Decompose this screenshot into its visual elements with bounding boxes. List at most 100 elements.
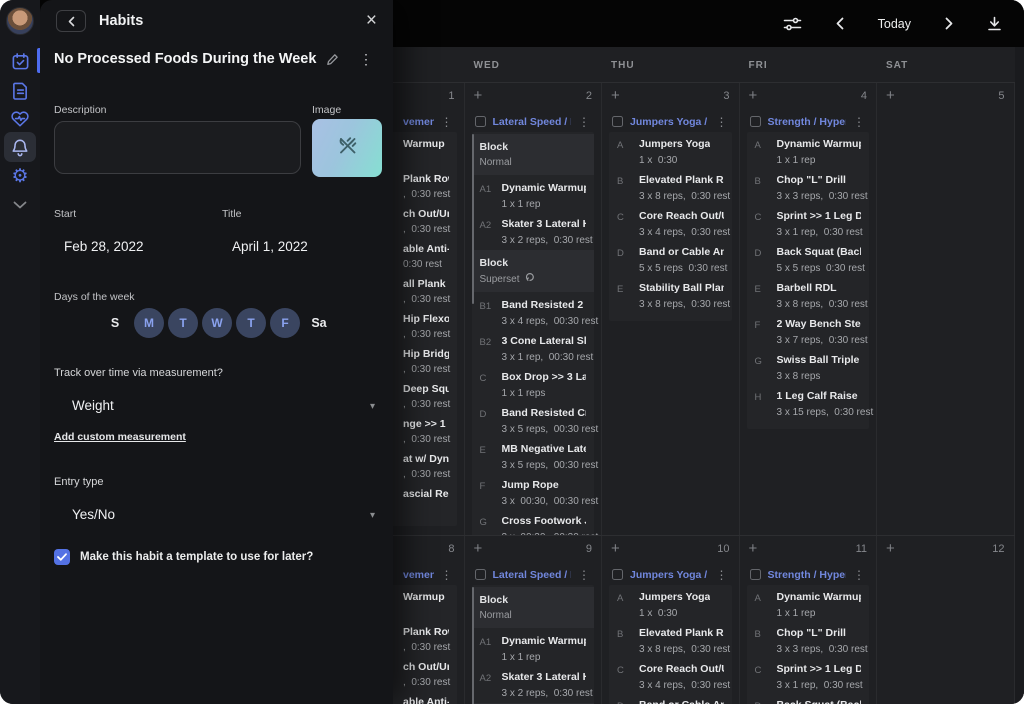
- sidebar-item-notifications[interactable]: [0, 132, 40, 162]
- entry-type-select-value[interactable]: Yes/No: [72, 507, 115, 522]
- workout-title[interactable]: vement Q...: [403, 569, 434, 581]
- workout-card-header[interactable]: Strength / Hypertro... ⋮: [747, 564, 870, 585]
- add-workout-button[interactable]: +: [611, 89, 620, 103]
- today-button[interactable]: Today: [878, 17, 911, 31]
- kebab-menu-icon[interactable]: ⋮: [716, 116, 728, 128]
- exercise-item[interactable]: FJump Rope3 x 00:30, 00:30 rest: [472, 474, 595, 510]
- prev-week-button[interactable]: [836, 17, 844, 30]
- workout-card-header[interactable]: Jumpers Yoga / Core ⋮: [609, 564, 732, 585]
- exercise-item[interactable]: BElevated Plank Row3 x 8 reps, 0:30 rest: [609, 622, 732, 658]
- exercise-item[interactable]: DBand or Cable Anti Rotati...5 x 5 reps …: [609, 694, 732, 704]
- description-input[interactable]: [54, 121, 301, 174]
- workout-title[interactable]: Lateral Speed / Plyo: [493, 116, 572, 128]
- download-icon[interactable]: [987, 16, 1002, 32]
- kebab-menu-icon[interactable]: ⋮: [441, 116, 453, 128]
- habit-image-thumbnail[interactable]: [312, 119, 382, 177]
- workout-checkbox[interactable]: [750, 569, 761, 580]
- exercise-item[interactable]: ADynamic Warmup1 x 1 rep: [747, 586, 870, 622]
- workout-title[interactable]: Strength / Hypertro...: [768, 569, 847, 581]
- end-date-value[interactable]: April 1, 2022: [232, 239, 308, 254]
- workout-checkbox[interactable]: [612, 116, 623, 127]
- exercise-item[interactable]: GCross Footwork Jump Rope3 x 00:30, 00:3…: [472, 510, 595, 535]
- kebab-menu-icon[interactable]: ⋮: [578, 116, 590, 128]
- add-custom-measurement-link[interactable]: Add custom measurement: [54, 431, 186, 443]
- exercise-item[interactable]: CBox Drop >> 3 Lateral H...1 x 1 reps: [472, 366, 595, 402]
- exercise-item[interactable]: BChop "L" Drill3 x 3 reps, 0:30 rest: [747, 622, 870, 658]
- workout-checkbox[interactable]: [750, 116, 761, 127]
- close-icon[interactable]: ×: [366, 12, 377, 30]
- day-toggle-W[interactable]: W: [200, 307, 234, 339]
- next-week-button[interactable]: [945, 17, 953, 30]
- kebab-menu-icon[interactable]: ⋮: [441, 569, 453, 581]
- exercise-item[interactable]: CSprint >> 1 Leg Declarations3 x 1 rep, …: [747, 658, 870, 694]
- exercise-item[interactable]: A1Dynamic Warmup1 x 1 rep: [472, 630, 595, 666]
- workout-title[interactable]: Jumpers Yoga / Core: [630, 569, 709, 581]
- workout-checkbox[interactable]: [475, 116, 486, 127]
- exercise-item[interactable]: AJumpers Yoga1 x 0:30: [609, 586, 732, 622]
- workout-title[interactable]: Jumpers Yoga / Core: [630, 116, 709, 128]
- add-workout-button[interactable]: +: [749, 89, 758, 103]
- add-workout-button[interactable]: +: [611, 542, 620, 556]
- exercise-item[interactable]: BChop "L" Drill3 x 3 reps, 0:30 rest: [747, 169, 870, 205]
- workout-checkbox[interactable]: [612, 569, 623, 580]
- exercise-item[interactable]: CCore Reach Out/Under3 x 4 reps, 0:30 re…: [609, 205, 732, 241]
- sidebar-item-health[interactable]: [0, 104, 40, 134]
- filter-sliders-icon[interactable]: [783, 16, 802, 32]
- template-checkbox[interactable]: [54, 549, 70, 565]
- entry-type-caret-icon[interactable]: ▾: [370, 510, 375, 521]
- kebab-menu-icon[interactable]: ⋮: [578, 569, 590, 581]
- workout-title[interactable]: Lateral Speed / Plyo: [493, 569, 572, 581]
- exercise-item[interactable]: B1Band Resisted 2 Step Late...3 x 4 reps…: [472, 294, 595, 330]
- workout-title[interactable]: Strength / Hypertro...: [768, 116, 847, 128]
- exercise-item[interactable]: DBack Squat (Back Off Set)5 x 5 reps 0:3…: [747, 241, 870, 277]
- add-workout-button[interactable]: +: [886, 89, 895, 103]
- sidebar-item-calendar[interactable]: [0, 46, 40, 76]
- exercise-item[interactable]: BElevated Plank Row3 x 8 reps, 0:30 rest: [609, 169, 732, 205]
- workout-card-header[interactable]: Strength / Hypertro... ⋮: [747, 111, 870, 132]
- exercise-item[interactable]: CSprint >> 1 Leg Declarations3 x 1 rep, …: [747, 205, 870, 241]
- sidebar-item-programs[interactable]: [0, 75, 40, 105]
- add-workout-button[interactable]: +: [749, 542, 758, 556]
- start-date-value[interactable]: Feb 28, 2022: [64, 239, 144, 254]
- exercise-item[interactable]: EStability Ball Plank Linear ...3 x 8 re…: [609, 277, 732, 313]
- edit-pencil-icon[interactable]: [326, 53, 339, 66]
- day-toggle-S[interactable]: S: [98, 307, 132, 339]
- day-toggle-Sa[interactable]: Sa: [302, 307, 336, 339]
- exercise-item[interactable]: A2Skater 3 Lateral Hops >> ...3 x 2 reps…: [472, 666, 595, 702]
- kebab-menu-icon[interactable]: ⋮: [853, 116, 865, 128]
- exercise-item[interactable]: DBack Squat (Back Off Set)5 x 5 reps 0:3…: [747, 694, 870, 704]
- workout-card-header[interactable]: Lateral Speed / Plyo ⋮: [472, 564, 595, 585]
- exercise-item[interactable]: CCore Reach Out/Under3 x 4 reps, 0:30 re…: [609, 658, 732, 694]
- exercise-item[interactable]: EMB Negative Lateral Hop...3 x 5 reps, 0…: [472, 438, 595, 474]
- back-button[interactable]: [56, 10, 86, 32]
- workout-card-header[interactable]: Jumpers Yoga / Core ⋮: [609, 111, 732, 132]
- exercise-item[interactable]: H1 Leg Calf Raise3 x 15 reps, 0:30 rest: [747, 385, 870, 421]
- add-workout-button[interactable]: +: [474, 542, 483, 556]
- exercise-item[interactable]: ADynamic Warmup1 x 1 rep: [747, 133, 870, 169]
- exercise-item[interactable]: F2 Way Bench Step Up3 x 7 reps, 0:30 res…: [747, 313, 870, 349]
- day-toggle-M[interactable]: M: [132, 307, 166, 339]
- sidebar-item-settings[interactable]: ⚙: [0, 161, 40, 191]
- workout-card-header[interactable]: Lateral Speed / Plyo ⋮: [472, 111, 595, 132]
- day-toggle-T[interactable]: T: [234, 307, 268, 339]
- add-workout-button[interactable]: +: [886, 542, 895, 556]
- kebab-menu-icon[interactable]: ⋮: [716, 569, 728, 581]
- workout-title[interactable]: vement Q...: [403, 116, 434, 128]
- exercise-item[interactable]: A1Dynamic Warmup1 x 1 rep: [472, 177, 595, 213]
- exercise-item[interactable]: EBarbell RDL3 x 8 reps, 0:30 rest: [747, 277, 870, 313]
- measurement-select-value[interactable]: Weight: [72, 398, 114, 413]
- exercise-item[interactable]: AJumpers Yoga1 x 0:30: [609, 133, 732, 169]
- user-avatar[interactable]: [6, 7, 34, 35]
- kebab-menu-icon[interactable]: ⋮: [853, 569, 865, 581]
- exercise-item[interactable]: A2Skater 3 Lateral Hops >> ...3 x 2 reps…: [472, 213, 595, 249]
- sidebar-item-more[interactable]: [0, 190, 40, 220]
- measurement-caret-icon[interactable]: ▾: [370, 401, 375, 412]
- exercise-item[interactable]: GSwiss Ball Triple Threat3 x 8 reps: [747, 349, 870, 385]
- day-toggle-T[interactable]: T: [166, 307, 200, 339]
- exercise-item[interactable]: B23 Cone Lateral Slide3 x 1 rep, 00:30 r…: [472, 330, 595, 366]
- habit-kebab-menu-icon[interactable]: ⋮: [359, 51, 373, 68]
- exercise-item[interactable]: DBand or Cable Anti Rotati...5 x 5 reps …: [609, 241, 732, 277]
- exercise-item[interactable]: DBand Resisted Crossover...3 x 5 reps, 0…: [472, 402, 595, 438]
- day-toggle-F[interactable]: F: [268, 307, 302, 339]
- add-workout-button[interactable]: +: [474, 89, 483, 103]
